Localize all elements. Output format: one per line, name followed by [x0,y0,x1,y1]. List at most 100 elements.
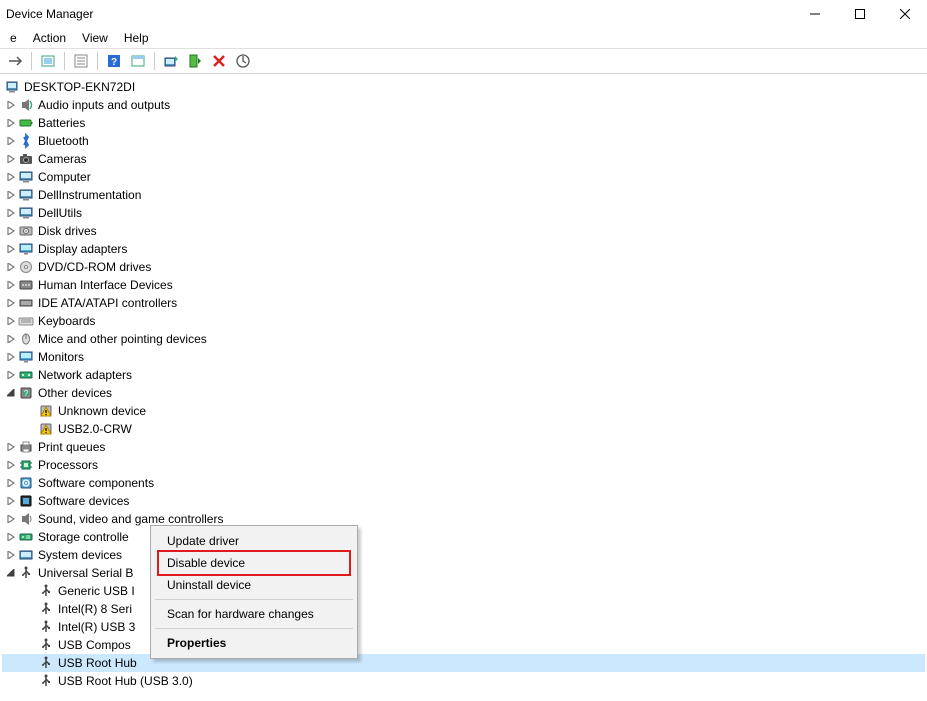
back-button[interactable] [4,50,26,72]
node-label: DVD/CD-ROM drives [38,260,151,274]
computer-icon [4,79,20,95]
expander-blank [24,600,38,618]
maximize-button[interactable] [837,0,882,28]
expander-blank [24,420,38,438]
collapse-icon[interactable] [4,564,18,582]
update-driver-button[interactable] [160,50,182,72]
tree-root[interactable]: DESKTOP-EKN72DI [2,78,925,96]
node-label: Bluetooth [38,134,89,148]
category-cpu[interactable]: Processors [2,456,925,474]
category-mouse[interactable]: Mice and other pointing devices [2,330,925,348]
device-item[interactable]: USB Root Hub (USB 3.0) [2,672,925,690]
device-item[interactable]: Unknown device [2,402,925,420]
category-printer[interactable]: Print queues [2,438,925,456]
expand-icon[interactable] [4,240,18,258]
bluetooth-icon [18,133,34,149]
category-network[interactable]: Network adapters [2,366,925,384]
expand-icon[interactable] [4,96,18,114]
node-label: Software components [38,476,154,490]
expand-icon[interactable] [4,276,18,294]
category-softcomp[interactable]: Software components [2,474,925,492]
expand-icon[interactable] [4,456,18,474]
category-dell[interactable]: DellInstrumentation [2,186,925,204]
titlebar: Device Manager [0,0,927,28]
device-item[interactable]: USB2.0-CRW [2,420,925,438]
node-label: Disk drives [38,224,97,238]
device-item[interactable]: Intel(R) 8 Seri [2,600,925,618]
device-item[interactable]: Generic USB I [2,582,925,600]
category-hid[interactable]: Human Interface Devices [2,276,925,294]
device-item[interactable]: Intel(R) USB 3t) [2,618,925,636]
expand-icon[interactable] [4,294,18,312]
context-menu-item[interactable]: Uninstall device [153,574,355,596]
storage-icon [18,529,34,545]
category-dell[interactable]: DellUtils [2,204,925,222]
expand-icon[interactable] [4,114,18,132]
expand-icon[interactable] [4,438,18,456]
expand-icon[interactable] [4,546,18,564]
audio-icon [18,97,34,113]
show-hidden-button[interactable] [37,50,59,72]
category-system[interactable]: System devices [2,546,925,564]
properties-button[interactable] [70,50,92,72]
device-item[interactable]: USB Compos [2,636,925,654]
scan-button[interactable] [232,50,254,72]
view-button[interactable] [127,50,149,72]
help-button[interactable]: ? [103,50,125,72]
expand-icon[interactable] [4,204,18,222]
menu-view[interactable]: View [74,29,116,47]
expander-blank [24,402,38,420]
expand-icon[interactable] [4,258,18,276]
category-sound[interactable]: Sound, video and game controllers [2,510,925,528]
context-menu-item[interactable]: Scan for hardware changes [153,603,355,625]
context-menu-item[interactable]: Update driver [153,530,355,552]
close-button[interactable] [882,0,927,28]
device-item[interactable]: USB Root Hub [2,654,925,672]
expand-icon[interactable] [4,222,18,240]
category-dvd[interactable]: DVD/CD-ROM drives [2,258,925,276]
menu-action[interactable]: Action [25,29,74,47]
expand-icon[interactable] [4,492,18,510]
node-label: Audio inputs and outputs [38,98,170,112]
node-label: Generic USB I [58,584,135,598]
minimize-button[interactable] [792,0,837,28]
node-label: DellUtils [38,206,82,220]
expand-icon[interactable] [4,330,18,348]
usbdev-icon [38,673,54,689]
camera-icon [18,151,34,167]
collapse-icon[interactable] [4,384,18,402]
category-camera[interactable]: Cameras [2,150,925,168]
category-battery[interactable]: Batteries [2,114,925,132]
category-monitor[interactable]: Monitors [2,348,925,366]
expand-icon[interactable] [4,348,18,366]
uninstall-button[interactable] [208,50,230,72]
category-computer[interactable]: Computer [2,168,925,186]
category-keyboard[interactable]: Keyboards [2,312,925,330]
category-ide[interactable]: IDE ATA/ATAPI controllers [2,294,925,312]
menu-help[interactable]: Help [116,29,157,47]
context-menu-item[interactable]: Properties [153,632,355,654]
network-icon [18,367,34,383]
category-softdev[interactable]: Software devices [2,492,925,510]
expand-icon[interactable] [4,186,18,204]
expand-icon[interactable] [4,474,18,492]
expand-icon[interactable] [4,132,18,150]
category-storage[interactable]: Storage controlle [2,528,925,546]
expand-icon[interactable] [4,168,18,186]
enable-button[interactable] [184,50,206,72]
expand-icon[interactable] [4,366,18,384]
expand-icon[interactable] [4,528,18,546]
category-bluetooth[interactable]: Bluetooth [2,132,925,150]
category-audio[interactable]: Audio inputs and outputs [2,96,925,114]
context-menu-item[interactable]: Disable device [157,550,351,576]
category-display[interactable]: Display adapters [2,240,925,258]
category-usb[interactable]: Universal Serial B [2,564,925,582]
device-tree[interactable]: DESKTOP-EKN72DI Audio inputs and outputs B… [0,74,927,701]
category-disk[interactable]: Disk drives [2,222,925,240]
expand-icon[interactable] [4,510,18,528]
category-other[interactable]: Other devices [2,384,925,402]
node-label: Processors [38,458,98,472]
menu-e[interactable]: e [2,29,25,47]
expand-icon[interactable] [4,312,18,330]
expand-icon[interactable] [4,150,18,168]
